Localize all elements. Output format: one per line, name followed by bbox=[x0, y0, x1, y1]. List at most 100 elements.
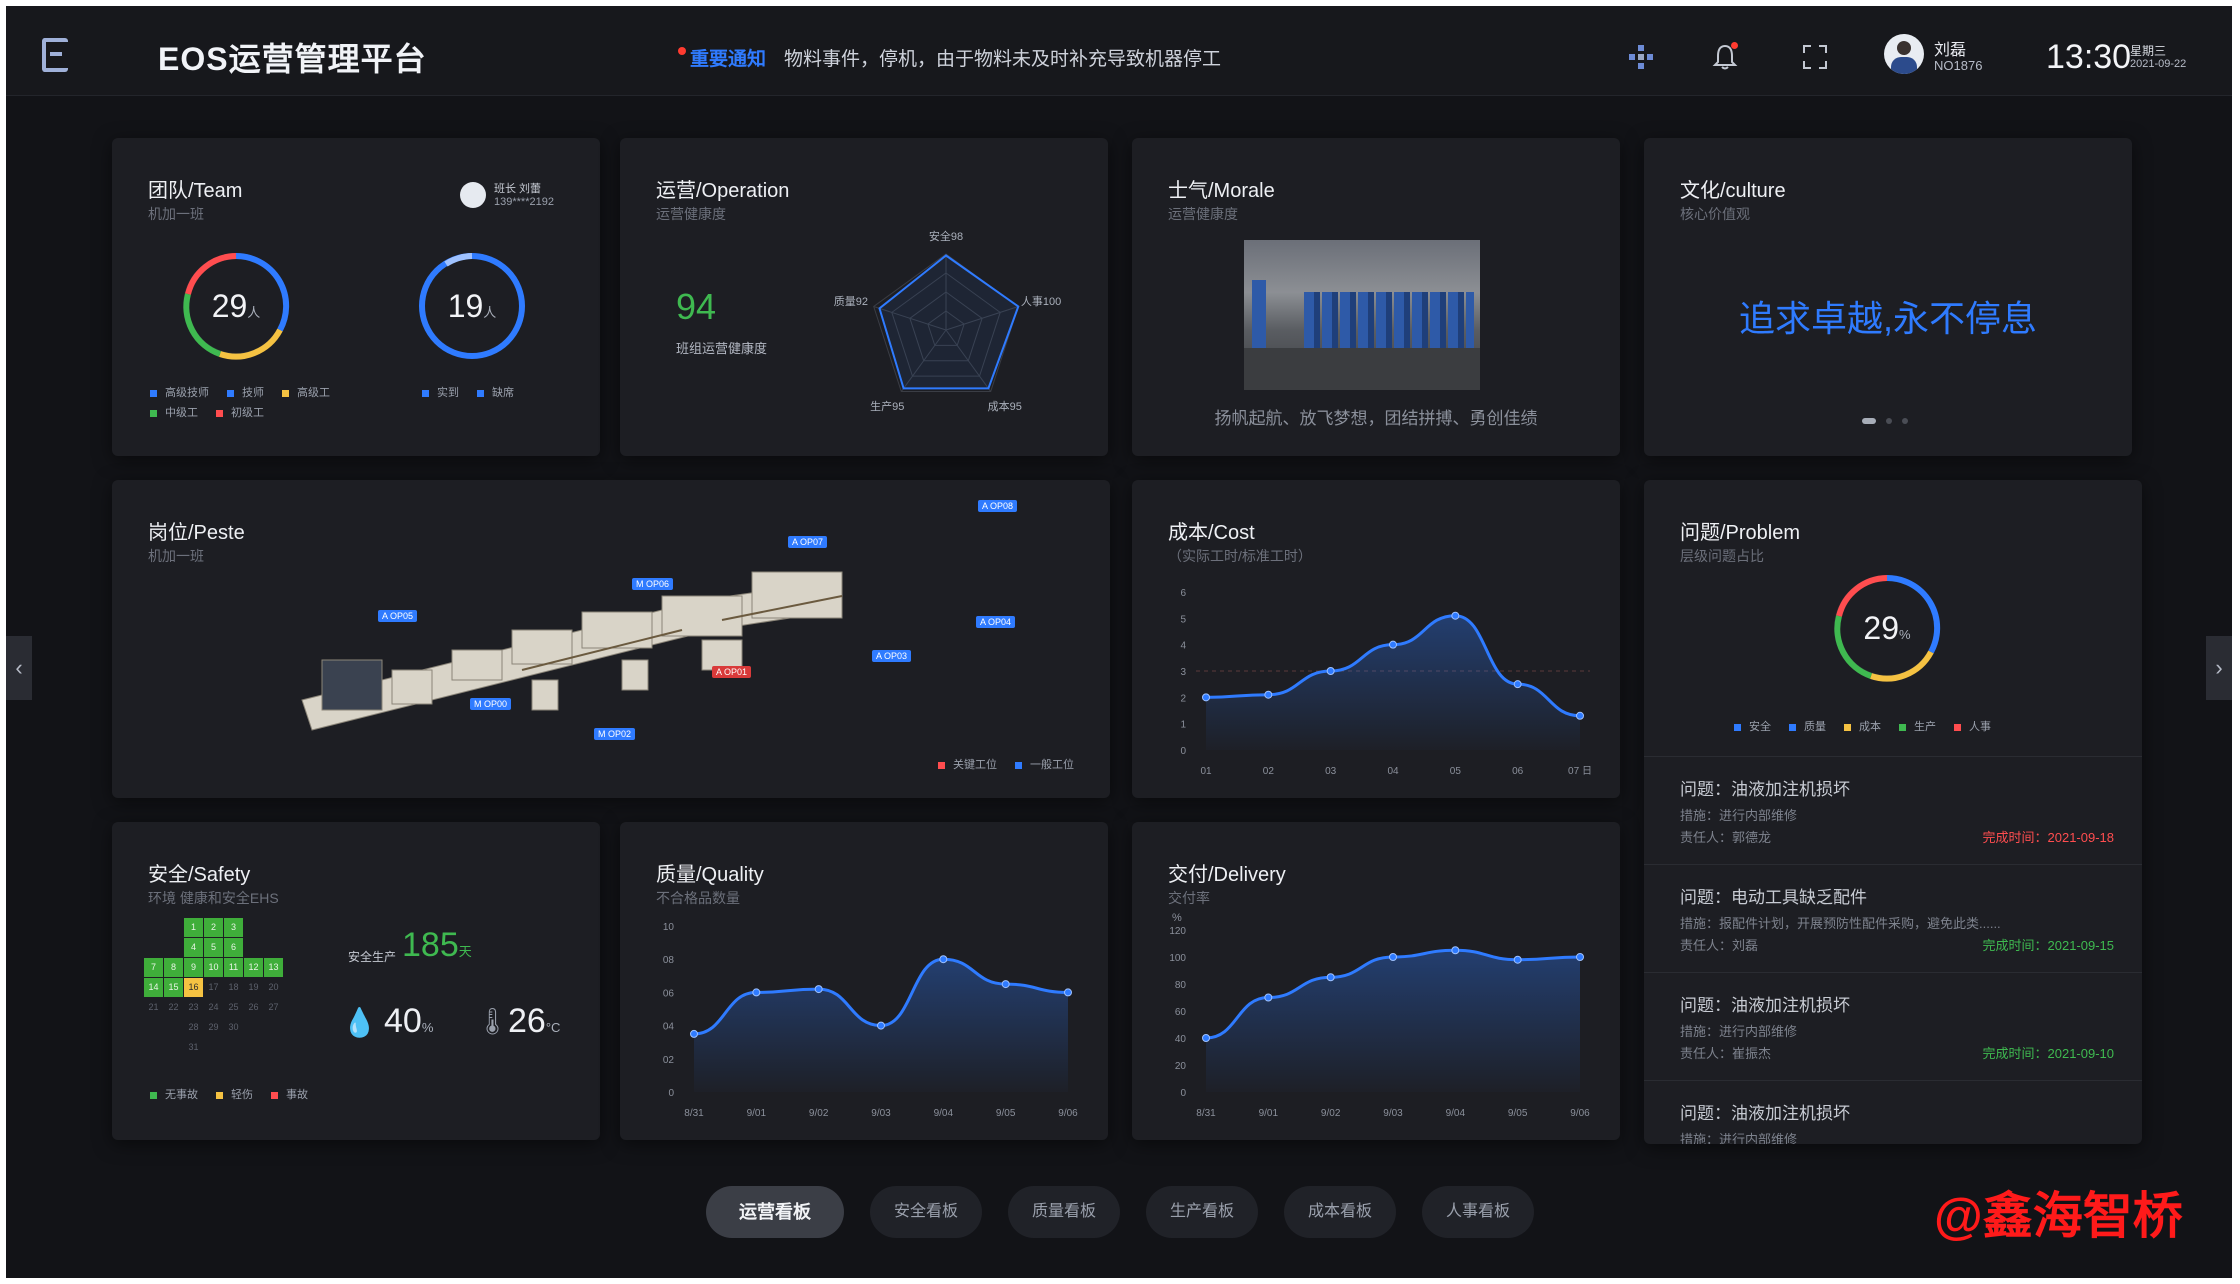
tab-5[interactable]: 人事看板 bbox=[1422, 1186, 1534, 1238]
station-tag[interactable]: A OP07 bbox=[788, 536, 828, 548]
quality-card[interactable]: 质量/Quality 不合格品数量 0 02 04 06 08 10 8/31 9/01 9/0… bbox=[620, 822, 1108, 1140]
bell-icon[interactable] bbox=[1710, 42, 1740, 72]
delivery-card[interactable]: 交付/Delivery 交付率 % 0 20 40 60 80 100 120 8/31 9/0… bbox=[1132, 822, 1620, 1140]
safety-legend: 无事故 轻伤 事故 bbox=[150, 1086, 308, 1102]
problem-item[interactable]: 问题：油液加注机损坏 措施：进行内部维修 bbox=[1644, 1080, 2142, 1144]
leader-avatar bbox=[460, 182, 486, 208]
radar-label: 人事100 bbox=[1021, 295, 1061, 308]
calendar-day[interactable]: 4 bbox=[184, 938, 203, 957]
calendar-day[interactable]: 6 bbox=[224, 938, 243, 957]
station-tag[interactable]: A OP08 bbox=[978, 500, 1018, 512]
calendar-day[interactable]: 2 bbox=[204, 918, 223, 937]
team-gauge-1-value: 29人 bbox=[211, 288, 261, 324]
calendar-day[interactable]: 20 bbox=[264, 978, 283, 997]
calendar-day[interactable]: 8 bbox=[164, 958, 183, 977]
post-card[interactable]: 岗位/Peste 机加一班 A OP08 A OP07 M OP06 A OP05 A … bbox=[112, 480, 1110, 798]
calendar-day[interactable]: 5 bbox=[204, 938, 223, 957]
operation-card[interactable]: 运营/Operation 运营健康度 94 班组运营健康度 安全98 人事100 成… bbox=[620, 138, 1108, 456]
culture-card[interactable]: 文化/culture 核心价值观 追求卓越,永不停息 bbox=[1644, 138, 2132, 456]
card-title: 质量/Quality bbox=[656, 864, 764, 886]
safety-days-label: 安全生产 bbox=[348, 950, 397, 964]
problem-item[interactable]: 问题：油液加注机损坏 措施：进行内部维修 责任人：郭德龙 完成时间：2021-09-1… bbox=[1644, 756, 2142, 864]
tab-3[interactable]: 生产看板 bbox=[1146, 1186, 1258, 1238]
station-tag[interactable]: A OP04 bbox=[976, 616, 1016, 628]
tab-2[interactable]: 质量看板 bbox=[1008, 1186, 1120, 1238]
calendar-day[interactable]: 26 bbox=[244, 998, 263, 1017]
calendar-day[interactable]: 27 bbox=[264, 998, 283, 1017]
calendar-day[interactable]: 31 bbox=[184, 1038, 203, 1057]
calendar-day[interactable]: 16 bbox=[184, 978, 203, 997]
team-card[interactable]: 团队/Team 机加一班 班长 刘蕾 139****2192 29人 19人 高… bbox=[112, 138, 600, 456]
data-point bbox=[939, 955, 948, 964]
notice-banner[interactable]: 重要通知 物料事件，停机，由于物料未及时补充导致机器停工 bbox=[678, 44, 1221, 71]
calendar-day[interactable]: 13 bbox=[264, 958, 283, 977]
calendar-day[interactable]: 11 bbox=[224, 958, 243, 977]
calendar-day[interactable]: 29 bbox=[204, 1018, 223, 1037]
calendar-day[interactable]: 22 bbox=[164, 998, 183, 1017]
y-tick-label: 1 bbox=[1180, 720, 1186, 731]
tab-4[interactable]: 成本看板 bbox=[1284, 1186, 1396, 1238]
x-tick-label: 8/31 bbox=[1196, 1108, 1216, 1119]
app-grid-icon[interactable] bbox=[1626, 42, 1656, 72]
y-tick-label: 3 bbox=[1180, 667, 1186, 678]
calendar-day[interactable]: 9 bbox=[184, 958, 203, 977]
calendar-day[interactable]: 30 bbox=[224, 1018, 243, 1037]
calendar-day[interactable]: 1 bbox=[184, 918, 203, 937]
calendar-day[interactable]: 10 bbox=[204, 958, 223, 977]
watermark-text: @鑫海智桥 bbox=[1934, 1188, 2183, 1244]
data-point bbox=[1001, 980, 1010, 989]
station-tag[interactable]: A OP05 bbox=[378, 610, 418, 622]
legend-swatch bbox=[227, 389, 234, 397]
calendar-day[interactable]: 24 bbox=[204, 998, 223, 1017]
team-attendance-legend: 实到 缺席 bbox=[422, 384, 514, 400]
x-tick-label: 9/06 bbox=[1058, 1108, 1078, 1119]
calendar-day[interactable]: 21 bbox=[144, 998, 163, 1017]
legend-swatch bbox=[216, 409, 223, 417]
problem-item[interactable]: 问题：电动工具缺乏配件 措施：报配件计划，开展预防性配件采购，避免此类......… bbox=[1644, 864, 2142, 972]
fullscreen-icon[interactable] bbox=[1800, 42, 1830, 72]
calendar-day[interactable]: 28 bbox=[184, 1018, 203, 1037]
calendar-day[interactable]: 25 bbox=[224, 998, 243, 1017]
calendar-day[interactable]: 18 bbox=[224, 978, 243, 997]
station-tag[interactable]: M OP02 bbox=[594, 728, 636, 740]
card-subtitle: 核心价值观 bbox=[1680, 206, 1750, 222]
cost-card[interactable]: 成本/Cost （实际工时/标准工时） 0 1 2 3 4 5 6 01 02 03 04 05 06 0… bbox=[1132, 480, 1620, 798]
problem-measure: 措施：报配件计划，开展预防性配件采购，避免此类...... bbox=[1680, 916, 2001, 931]
problem-item[interactable]: 问题：油液加注机损坏 措施：进行内部维修 责任人：崔振杰 完成时间：2021-09-1… bbox=[1644, 972, 2142, 1080]
calendar-day[interactable]: 19 bbox=[244, 978, 263, 997]
problem-measure: 措施：进行内部维修 bbox=[1680, 1024, 1798, 1039]
safety-card[interactable]: 安全/Safety 环境 健康和安全EHS 1 2 3 4 5 6 7 8 9 10 11 12 13 1… bbox=[112, 822, 600, 1140]
calendar-day[interactable]: 15 bbox=[164, 978, 183, 997]
x-tick-label: 8/31 bbox=[684, 1108, 704, 1119]
cost-line-chart: 012345601 02 03 04 05 06 07 日 bbox=[1180, 588, 1592, 777]
carousel-dots[interactable] bbox=[1862, 418, 1908, 424]
station-tag[interactable]: A OP03 bbox=[872, 650, 912, 662]
legend-label: 轻伤 bbox=[231, 1089, 253, 1101]
radar-label: 生产95 bbox=[870, 399, 904, 413]
next-page-arrow-icon[interactable]: › bbox=[2206, 636, 2232, 700]
calendar-day[interactable]: 12 bbox=[244, 958, 263, 977]
legend-label: 无事故 bbox=[165, 1089, 198, 1101]
calendar-day[interactable]: 14 bbox=[144, 978, 163, 997]
legend-item: 人事 bbox=[1954, 718, 1991, 734]
calendar-day[interactable]: 7 bbox=[144, 958, 163, 977]
card-title: 安全/Safety bbox=[148, 864, 251, 886]
legend-swatch bbox=[1789, 723, 1796, 731]
calendar-day[interactable]: 3 bbox=[224, 918, 243, 937]
x-tick-label: 9/03 bbox=[1383, 1108, 1403, 1119]
station-tag[interactable]: M OP00 bbox=[470, 698, 512, 710]
x-tick-label: 9/04 bbox=[1446, 1108, 1466, 1119]
station-tag[interactable]: M OP06 bbox=[632, 578, 674, 590]
tab-1[interactable]: 安全看板 bbox=[870, 1186, 982, 1238]
station-tag[interactable]: A OP01 bbox=[712, 666, 752, 678]
problem-card[interactable]: 问题/Problem 层级问题占比 29% 安全 质量 成本 生产 人事 问题：油液加注… bbox=[1644, 480, 2142, 1144]
data-point bbox=[1326, 667, 1335, 675]
tab-0[interactable]: 运营看板 bbox=[706, 1186, 844, 1238]
prev-page-arrow-icon[interactable]: ‹ bbox=[6, 636, 32, 700]
morale-card[interactable]: 士气/Morale 运营健康度 扬帆起航、放飞梦想，团结拼搏、勇创佳绩 bbox=[1132, 138, 1620, 456]
data-point bbox=[1264, 690, 1273, 699]
user-avatar[interactable] bbox=[1884, 34, 1924, 74]
calendar-day[interactable]: 17 bbox=[204, 978, 223, 997]
calendar-day[interactable]: 23 bbox=[184, 998, 203, 1017]
legend-swatch bbox=[216, 1091, 223, 1099]
